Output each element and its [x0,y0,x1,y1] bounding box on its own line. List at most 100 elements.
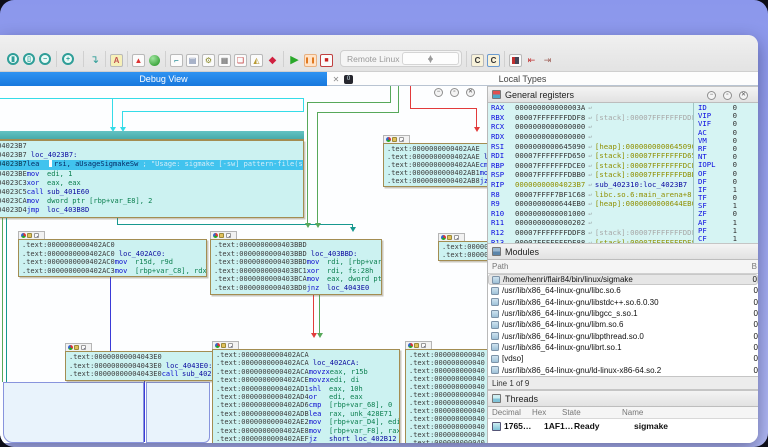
node-frame-icon[interactable] [81,345,86,350]
node-color-icon[interactable] [408,343,413,348]
disasm-line[interactable]: .text:000000000040 [409,391,488,399]
flag-row[interactable]: ID0 [694,103,741,111]
module-row[interactable]: /usr/lib/x86_64-linux-gnu/librt.so.10 [488,342,758,353]
disasm-line[interactable]: .text:0000000000402ACA [216,351,399,359]
disasm-line[interactable]: .text:00000000004023BE movedi, 1 [0,170,303,179]
disasm-line[interactable]: .text:0000000000403BC1 xorrdi, fs:28h [214,267,381,276]
module-row[interactable]: /usr/lib/x86_64-linux-gnu/libstdc++.so.6… [488,297,758,308]
disasm-line[interactable]: .text:0000000000402AC0 movr15d, r9d [22,258,206,267]
disasm-line[interactable]: .text:0000000000402AAE cmp [387,161,488,169]
disasm-line[interactable]: .text:000000000040 [409,407,488,415]
debug-view-graph[interactable]: − ▫ ✕ .text:00000000004023B7.text:000000… [0,86,488,443]
step-arrow-icon[interactable]: ↴ [88,54,101,67]
disasm-line[interactable]: .text:0000000000402AD1 shleax, 10h [216,385,399,393]
node-frame-icon[interactable] [228,343,233,348]
flag-row[interactable]: SF1 [694,201,741,209]
disasm-line[interactable]: .text:0000000000402AC3 mov[rbp+var_C8], … [22,267,206,276]
node-group-icon[interactable] [392,137,397,142]
pane-close-icon[interactable]: ✕ [739,91,748,100]
continue-button[interactable]: ▶ [288,54,301,67]
disasm-line[interactable]: .text:0000000000402AD6 cmp[rbp+var_68], … [216,401,399,409]
flag-row[interactable]: ZF0 [694,209,741,217]
disasm-line[interactable]: .text:000000000040 [409,375,488,383]
module-row[interactable]: /usr/lib/x86_64-linux-gnu/libc.so.60 [488,285,758,296]
flag-row[interactable]: RF0 [694,144,741,152]
graph-node[interactable]: .text:00000000004043E0.text:000000000040… [65,343,223,381]
disasm-line[interactable]: .text:0000000000402AC0 [22,241,206,250]
flag-row[interactable]: TF0 [694,193,741,201]
graph-node[interactable]: .text:0000000.text:0000000 [438,233,488,261]
disasm-line[interactable]: .text:000000000040 [409,431,488,439]
node-frame-icon[interactable] [454,235,459,240]
disasm-line[interactable]: .text:00000000004023B7 loc_4023B7: [0,151,303,160]
tab-debug-view[interactable]: Debug View [0,72,327,86]
disasm-line[interactable]: .text:0000000000403BD0 jnzloc_4043E0 [214,284,381,293]
disasm-line[interactable]: .text:000000000040 [409,351,488,359]
break-diamond-icon[interactable]: ◆ [266,54,279,67]
flag-row[interactable]: OF0 [694,169,741,177]
disasm-line[interactable]: .text:00000000004023B7 learsi, aUsageSig… [0,160,303,169]
disasm-line[interactable]: .text:0000000000402AAE loc_402AAE: [387,153,488,161]
flag-row[interactable]: AF1 [694,218,741,226]
stack-view-icon[interactable]: ◭ [250,54,263,67]
graph-node[interactable]: .text:0000000000402AAE.text:000000000040… [383,135,488,187]
disasm-line[interactable]: .text:0000000000402AEF jzshort loc_402B1… [216,435,399,443]
disasm-line[interactable]: .text:000000000040 [409,423,488,431]
node-group-icon[interactable] [219,233,224,238]
pause-button[interactable]: ❚❚ [304,54,317,67]
threads-header[interactable]: Decimal Hex State Name [488,407,758,419]
text-format-icon[interactable]: A [110,54,123,67]
disasm-line[interactable]: .text:0000000000402ACA loc_402ACA: [216,359,399,367]
flag-row[interactable]: IF1 [694,185,741,193]
pseudocode-c-icon[interactable]: C [487,54,500,67]
node-group-icon[interactable] [414,343,419,348]
node-group-icon[interactable] [221,343,226,348]
flag-row[interactable]: IOPL0 [694,160,741,168]
pane-minimize-icon[interactable]: − [434,88,443,97]
flag-row[interactable]: DF0 [694,177,741,185]
disasm-line[interactable]: .text:0000000000403BBD loc_403BBD: [214,250,381,259]
node-frame-icon[interactable] [34,233,39,238]
disasm-line[interactable]: .text:000000000040 [409,439,488,443]
flag-row[interactable]: PF1 [694,226,741,234]
flag-row[interactable]: CF1 [694,234,741,242]
chart-icon[interactable]: ▲ [132,54,145,67]
disasm-line[interactable]: .text:00000000004023CA movdword ptr [rbp… [0,197,303,206]
tab-close-icon[interactable]: ✕ [330,72,342,86]
node-color-icon[interactable] [68,345,73,350]
disasm-line[interactable]: .text:000000000040 [409,383,488,391]
graph-node[interactable]: .text:000000000040.text:000000000040.tex… [405,341,488,443]
graph-node[interactable]: .text:0000000000403BBD.text:000000000040… [210,231,382,295]
module-row[interactable]: /usr/lib/x86_64-linux-gnu/ld-linux-x86-6… [488,364,758,375]
struct-add-icon[interactable] [509,54,522,67]
module-row[interactable]: /usr/lib/x86_64-linux-gnu/libm.so.60 [488,319,758,330]
jump-next-icon[interactable]: ▯ [23,53,35,65]
disasm-line[interactable]: .text:0000000000402ACE movzxedi, di [216,376,399,384]
remove-icon[interactable]: − [39,53,51,65]
disasm-line[interactable]: .text:0000000000402AE8 mov[rbp+var_F8], … [216,427,399,435]
pane-minimize-icon[interactable]: − [707,91,716,100]
thread-row[interactable]: 1765…1AF1…Readysigmake [488,419,758,433]
struct-expand-icon[interactable]: ⇤ [525,54,538,67]
disasm-line[interactable]: .text:000000000040 [409,399,488,407]
flag-row[interactable]: VIP0 [694,111,741,119]
selector-stepper-icon[interactable]: ▲▼ [402,52,459,65]
struct-collapse-icon[interactable]: ⇥ [541,54,554,67]
module-row[interactable]: /usr/lib/x86_64-linux-gnu/libpthread.so.… [488,330,758,341]
disasm-line[interactable]: .text:0000000000402AAE [387,145,488,153]
disasm-line[interactable]: .text:000000000040 [409,415,488,423]
pane-close-icon[interactable]: ✕ [466,88,475,97]
disasm-line[interactable]: .text:00000000004023C3 xoreax, eax [0,179,303,188]
gear-icon[interactable]: ⚙ [202,54,215,67]
disasm-line[interactable]: .text:000000000040 [409,359,488,367]
disasm-line[interactable]: .text:0000000000402AC0 loc_402AC0: [22,250,206,259]
modules-path-header[interactable]: Path [488,262,508,271]
disasm-line[interactable]: .text:0000000 [442,243,488,251]
node-frame-icon[interactable] [399,137,404,142]
node-group-icon[interactable] [74,345,79,350]
stop-button[interactable]: ■ [320,54,333,67]
graph-node[interactable]: .text:00000000004023B7.text:000000000040… [0,131,304,218]
tab-local-types[interactable]: Local Types [430,72,615,86]
disasm-line[interactable]: .text:00000000004043E0 loc_4043E0: [69,362,222,371]
disasm-line[interactable]: .text:0000000000402AE2 mov[rbp+var_D4], … [216,418,399,426]
